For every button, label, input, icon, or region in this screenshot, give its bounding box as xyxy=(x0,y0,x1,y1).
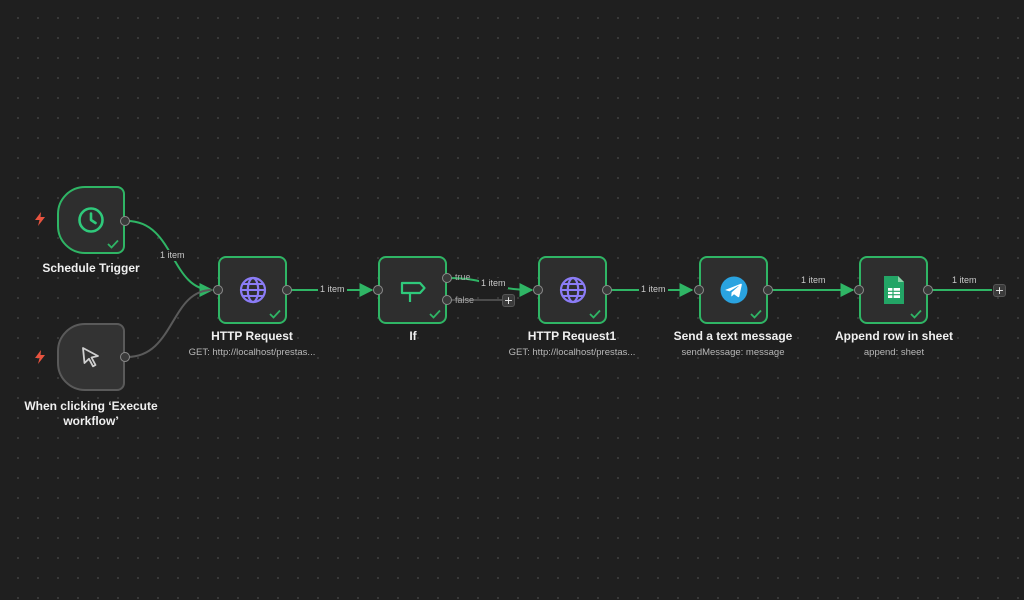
manual-trigger-node[interactable] xyxy=(57,323,125,391)
success-check-icon xyxy=(269,309,281,319)
manual-trigger-title-line1: When clicking ‘Execute xyxy=(24,399,158,413)
add-node-button[interactable]: + xyxy=(993,284,1006,297)
input-handle[interactable] xyxy=(854,285,864,295)
input-handle[interactable] xyxy=(694,285,704,295)
success-check-icon xyxy=(910,309,922,319)
edge-label-schedule-to-http: 1 item xyxy=(158,250,187,261)
output-handle[interactable] xyxy=(763,285,773,295)
signpost-icon xyxy=(398,275,428,305)
output-handle-false[interactable] xyxy=(442,295,452,305)
output-handle-true[interactable] xyxy=(442,273,452,283)
trigger-bolt-icon xyxy=(34,212,46,226)
telegram-subtitle: sendMessage: message xyxy=(681,347,785,358)
success-check-icon xyxy=(429,309,441,319)
http-request1-subtitle: GET: http://localhost/prestas... xyxy=(508,347,636,358)
edge-label-if-true: 1 item xyxy=(479,278,508,289)
input-handle[interactable] xyxy=(213,285,223,295)
globe-icon xyxy=(558,275,588,305)
schedule-trigger-node[interactable] xyxy=(57,186,125,254)
http-request-subtitle: GET: http://localhost/prestas... xyxy=(188,347,316,358)
success-check-icon xyxy=(750,309,762,319)
schedule-trigger-title: Schedule Trigger xyxy=(42,261,140,275)
trigger-bolt-icon xyxy=(34,350,46,364)
add-node-false-button[interactable]: + xyxy=(502,294,515,307)
http-request-node[interactable] xyxy=(218,256,287,324)
manual-trigger-title: When clicking ‘Execute workflow’ xyxy=(16,399,166,429)
edge-label-http1-to-telegram: 1 item xyxy=(639,284,668,295)
google-sheets-icon xyxy=(882,275,906,305)
manual-trigger-title-line2: workflow’ xyxy=(63,414,119,428)
output-handle[interactable] xyxy=(602,285,612,295)
if-true-label: true xyxy=(455,272,471,282)
output-handle[interactable] xyxy=(120,216,130,226)
edge-label-http-to-if: 1 item xyxy=(318,284,347,295)
telegram-node[interactable] xyxy=(699,256,768,324)
if-node[interactable] xyxy=(378,256,447,324)
telegram-title: Send a text message xyxy=(673,329,793,343)
workflow-canvas[interactable]: 1 item 1 item 1 item 1 item 1 item 1 ite… xyxy=(0,0,1024,600)
output-handle[interactable] xyxy=(120,352,130,362)
cursor-icon xyxy=(78,344,104,370)
google-sheets-node[interactable] xyxy=(859,256,928,324)
output-handle[interactable] xyxy=(923,285,933,295)
google-sheets-subtitle: append: sheet xyxy=(863,347,925,358)
google-sheets-title: Append row in sheet xyxy=(834,329,953,343)
clock-icon xyxy=(76,205,106,235)
http-request-title: HTTP Request xyxy=(211,329,293,343)
telegram-icon xyxy=(719,275,749,305)
if-false-label: false xyxy=(455,295,475,305)
edge-label-sheets-output: 1 item xyxy=(950,275,979,286)
input-handle[interactable] xyxy=(373,285,383,295)
success-check-icon xyxy=(589,309,601,319)
globe-icon xyxy=(238,275,268,305)
http-request1-title: HTTP Request1 xyxy=(527,329,617,343)
edge-label-telegram-to-sheets: 1 item xyxy=(799,275,828,286)
success-check-icon xyxy=(107,239,119,249)
input-handle[interactable] xyxy=(533,285,543,295)
http-request1-node[interactable] xyxy=(538,256,607,324)
output-handle[interactable] xyxy=(282,285,292,295)
if-title: If xyxy=(409,329,417,343)
